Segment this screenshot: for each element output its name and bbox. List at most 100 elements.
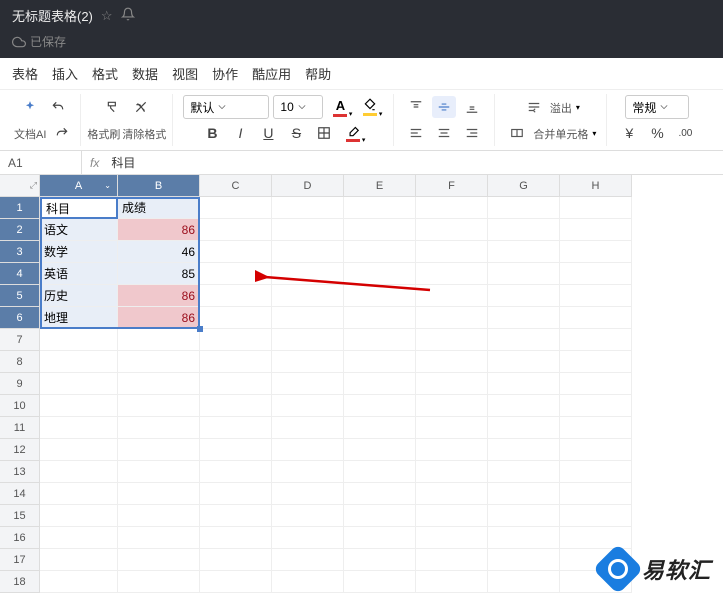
cell-C12[interactable] <box>200 439 272 461</box>
cell-D11[interactable] <box>272 417 344 439</box>
cell-D5[interactable] <box>272 285 344 307</box>
cell-F13[interactable] <box>416 461 488 483</box>
row-header-15[interactable]: 15 <box>0 505 40 527</box>
cell-G14[interactable] <box>488 483 560 505</box>
row-header-6[interactable]: 6 <box>0 307 40 329</box>
cell-H4[interactable] <box>560 263 632 285</box>
cell-A1[interactable]: 科目 <box>40 197 118 219</box>
cell-F8[interactable] <box>416 351 488 373</box>
cell-F9[interactable] <box>416 373 488 395</box>
cell-E14[interactable] <box>344 483 416 505</box>
cell-F4[interactable] <box>416 263 488 285</box>
cell-B12[interactable] <box>118 439 200 461</box>
row-header-2[interactable]: 2 <box>0 219 40 241</box>
font-family-dropdown[interactable]: 默认 <box>183 95 269 119</box>
row-header-10[interactable]: 10 <box>0 395 40 417</box>
cell-B10[interactable] <box>118 395 200 417</box>
cell-A12[interactable] <box>40 439 118 461</box>
cell-D1[interactable] <box>272 197 344 219</box>
cell-A2[interactable]: 语文 <box>40 219 118 241</box>
cell-C16[interactable] <box>200 527 272 549</box>
cell-G9[interactable] <box>488 373 560 395</box>
cell-D13[interactable] <box>272 461 344 483</box>
cell-F7[interactable] <box>416 329 488 351</box>
cell-B3[interactable]: 46 <box>118 241 200 263</box>
cell-A7[interactable] <box>40 329 118 351</box>
cell-C1[interactable] <box>200 197 272 219</box>
spreadsheet-grid[interactable]: ⤢ A⌄BCDEFGH 123456789101112131415161718 … <box>0 175 723 593</box>
cell-H2[interactable] <box>560 219 632 241</box>
cell-B15[interactable] <box>118 505 200 527</box>
cell-D9[interactable] <box>272 373 344 395</box>
cell-C17[interactable] <box>200 549 272 571</box>
cell-B13[interactable] <box>118 461 200 483</box>
align-middle-icon[interactable] <box>432 96 456 118</box>
cell-F3[interactable] <box>416 241 488 263</box>
redo-icon[interactable] <box>50 122 74 144</box>
row-header-8[interactable]: 8 <box>0 351 40 373</box>
menu-data[interactable]: 数据 <box>132 64 158 83</box>
cell-H11[interactable] <box>560 417 632 439</box>
row-header-16[interactable]: 16 <box>0 527 40 549</box>
merge-label[interactable]: 合并单元格 <box>533 126 588 142</box>
row-header-14[interactable]: 14 <box>0 483 40 505</box>
format-painter-label[interactable]: 格式刷 <box>87 126 120 142</box>
cell-G15[interactable] <box>488 505 560 527</box>
cell-B11[interactable] <box>118 417 200 439</box>
row-header-18[interactable]: 18 <box>0 571 40 593</box>
cell-D17[interactable] <box>272 549 344 571</box>
menu-view[interactable]: 视图 <box>172 64 198 83</box>
cell-E11[interactable] <box>344 417 416 439</box>
cell-H10[interactable] <box>560 395 632 417</box>
column-header-D[interactable]: D <box>272 175 344 197</box>
cell-H16[interactable] <box>560 527 632 549</box>
cell-E13[interactable] <box>344 461 416 483</box>
cell-H8[interactable] <box>560 351 632 373</box>
cell-B7[interactable] <box>118 329 200 351</box>
cell-B5[interactable]: 86 <box>118 285 200 307</box>
cell-A9[interactable] <box>40 373 118 395</box>
cell-C10[interactable] <box>200 395 272 417</box>
cell-A4[interactable]: 英语 <box>40 263 118 285</box>
cell-E4[interactable] <box>344 263 416 285</box>
italic-button[interactable]: I <box>228 122 252 144</box>
row-header-9[interactable]: 9 <box>0 373 40 395</box>
cell-D14[interactable] <box>272 483 344 505</box>
cell-E8[interactable] <box>344 351 416 373</box>
cell-D12[interactable] <box>272 439 344 461</box>
cell-H12[interactable] <box>560 439 632 461</box>
cell-E17[interactable] <box>344 549 416 571</box>
cell-A11[interactable] <box>40 417 118 439</box>
cell-D16[interactable] <box>272 527 344 549</box>
highlight-button[interactable]: ▾ <box>340 121 366 145</box>
cell-C2[interactable] <box>200 219 272 241</box>
cell-E2[interactable] <box>344 219 416 241</box>
clear-format-label[interactable]: 清除格式 <box>122 126 166 142</box>
cell-G18[interactable] <box>488 571 560 593</box>
cell-H9[interactable] <box>560 373 632 395</box>
row-header-13[interactable]: 13 <box>0 461 40 483</box>
align-bottom-icon[interactable] <box>460 96 484 118</box>
cell-H1[interactable] <box>560 197 632 219</box>
cell-G12[interactable] <box>488 439 560 461</box>
align-left-icon[interactable] <box>404 122 428 144</box>
cell-B1[interactable]: 成绩 <box>118 197 200 219</box>
strikethrough-button[interactable]: S <box>284 122 308 144</box>
cell-H14[interactable] <box>560 483 632 505</box>
cell-A6[interactable]: 地理 <box>40 307 118 329</box>
cell-B16[interactable] <box>118 527 200 549</box>
menu-insert[interactable]: 插入 <box>52 64 78 83</box>
cell-G1[interactable] <box>488 197 560 219</box>
cell-E3[interactable] <box>344 241 416 263</box>
number-format-dropdown[interactable]: 常规 <box>625 95 689 119</box>
cell-B8[interactable] <box>118 351 200 373</box>
cell-D4[interactable] <box>272 263 344 285</box>
cell-A3[interactable]: 数学 <box>40 241 118 263</box>
cell-E7[interactable] <box>344 329 416 351</box>
align-right-icon[interactable] <box>460 122 484 144</box>
column-header-G[interactable]: G <box>488 175 560 197</box>
cell-H3[interactable] <box>560 241 632 263</box>
fill-color-button[interactable]: ▾ <box>357 95 383 119</box>
cell-H7[interactable] <box>560 329 632 351</box>
cell-C15[interactable] <box>200 505 272 527</box>
